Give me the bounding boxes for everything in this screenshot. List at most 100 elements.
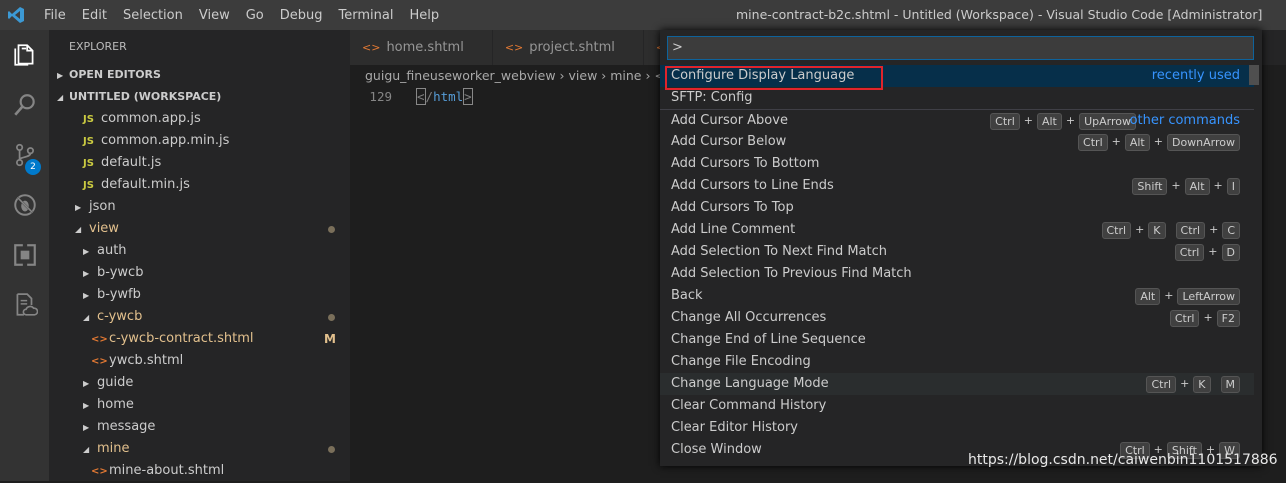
plus-sign: + [1180, 377, 1190, 390]
git-modified-marker: M [324, 332, 336, 346]
html-file-icon: <> [91, 334, 108, 345]
key-cap: K [1193, 375, 1211, 393]
remote-explorer-button[interactable] [0, 280, 49, 330]
tree-item-label: c-ywcb [97, 309, 143, 324]
command-item[interactable]: Add Cursors To Top [660, 197, 1254, 219]
tree-item[interactable]: ▶ message [49, 416, 350, 438]
tree-item[interactable]: JS default.js [49, 152, 350, 174]
tree-item[interactable]: ▶ b-ywfb [49, 284, 350, 306]
key-cap: Ctrl [1174, 243, 1205, 261]
key-cap: Ctrl [1175, 221, 1206, 239]
editor-tab[interactable]: <> project.shtml [492, 30, 644, 65]
menu-view[interactable]: View [191, 8, 238, 23]
tree-item[interactable]: ▶ json [49, 196, 350, 218]
menu-help[interactable]: Help [401, 8, 447, 23]
tab-label: project.shtml [529, 40, 615, 55]
file-tree: JS common.app.js JS common.app.min.js JS defa… [49, 108, 350, 482]
tree-item[interactable]: ▶ home [49, 394, 350, 416]
debug-button[interactable] [0, 180, 49, 230]
activity-bar: 2 [0, 30, 49, 481]
menu-debug[interactable]: Debug [272, 8, 331, 23]
command-item[interactable]: SFTP: Config [660, 87, 1254, 109]
vscode-logo-icon [0, 0, 32, 30]
key-cap: Ctrl [1146, 375, 1177, 393]
workspace-section[interactable]: ◢ UNTITLED (WORKSPACE) [49, 86, 350, 108]
command-label: Add Cursors To Top [671, 200, 794, 215]
tree-item[interactable]: ▶ b-ywcb [49, 262, 350, 284]
command-label: Change All Occurrences [671, 310, 827, 325]
command-item[interactable]: Add Selection To Next Find Match Ctrl + D [660, 241, 1254, 263]
tag-close-bracket: > [463, 88, 473, 105]
keybinding: Ctrl + F2 [1169, 307, 1240, 329]
tree-item[interactable]: <>mine-about.shtml [49, 460, 350, 482]
key-cap: Shift [1132, 177, 1168, 195]
tree-item[interactable]: ◢ c-ywcb [49, 306, 350, 328]
command-item[interactable]: Add Cursor Below Ctrl + Alt + DownArrow [660, 131, 1254, 153]
search-button[interactable] [0, 80, 49, 130]
tree-item-label: auth [97, 243, 127, 258]
tree-item[interactable]: ▶ guide [49, 372, 350, 394]
key-cap: Ctrl [1101, 221, 1132, 239]
scm-badge: 2 [25, 159, 41, 175]
chevron-right-icon: ▶ [57, 71, 64, 80]
source-control-button[interactable]: 2 [0, 130, 49, 180]
chevron-down-icon: ◢ [57, 93, 64, 102]
plus-sign: + [1208, 245, 1218, 258]
command-item[interactable]: Add Cursor Above Ctrl + Alt + UpArrow other co… [660, 109, 1254, 131]
chevron-down-icon: ◢ [83, 445, 90, 454]
menu-terminal[interactable]: Terminal [331, 8, 402, 23]
plus-sign: + [1153, 135, 1163, 148]
command-list: Configure Display Language recently used S… [660, 65, 1254, 461]
chevron-right-icon: ▶ [83, 379, 90, 388]
menu-file[interactable]: File [36, 8, 74, 23]
tree-item[interactable]: <>ywcb.shtml [49, 350, 350, 372]
key-cap: UpArrow [1079, 112, 1136, 130]
plus-sign: + [1135, 223, 1145, 236]
tag-open-bracket: < [416, 88, 426, 105]
command-item[interactable]: Clear Editor History [660, 417, 1254, 439]
command-item[interactable]: Add Line Comment Ctrl + K Ctrl + C [660, 219, 1254, 241]
chevron-down-icon: ◢ [75, 225, 82, 234]
tree-item[interactable]: JS default.min.js [49, 174, 350, 196]
explorer-button[interactable] [0, 30, 49, 80]
editor-tab[interactable]: <> home.shtml [350, 30, 493, 65]
tag-slash: / [425, 89, 434, 104]
command-label: Change End of Line Sequence [671, 332, 866, 347]
command-item[interactable]: Add Cursors to Line Ends Shift + Alt + I [660, 175, 1254, 197]
command-item[interactable]: Clear Command History [660, 395, 1254, 417]
menu-edit[interactable]: Edit [74, 8, 115, 23]
command-palette-input[interactable]: > [667, 36, 1254, 60]
key-cap: D [1221, 243, 1240, 261]
extensions-button[interactable] [0, 230, 49, 280]
tree-item[interactable]: JS common.app.js [49, 108, 350, 130]
tree-item-label: c-ywcb-contract.shtml [109, 331, 254, 346]
tree-item[interactable]: ▶ auth [49, 240, 350, 262]
palette-scrollbar[interactable] [1249, 65, 1259, 85]
plus-sign: + [1164, 289, 1174, 302]
plus-sign: + [1065, 114, 1076, 127]
command-label: Add Selection To Next Find Match [671, 244, 888, 259]
command-item[interactable]: Back Alt + LeftArrow [660, 285, 1254, 307]
command-item[interactable]: Change All Occurrences Ctrl + F2 [660, 307, 1254, 329]
tree-item[interactable]: <>c-ywcb-contract.shtml M [49, 328, 350, 350]
command-item[interactable]: Change File Encoding [660, 351, 1254, 373]
open-editors-section[interactable]: ▶ OPEN EDITORS [49, 64, 350, 86]
menu-go[interactable]: Go [238, 8, 272, 23]
tree-item[interactable]: JS common.app.min.js [49, 130, 350, 152]
command-item[interactable]: Change Language Mode Ctrl + K M [660, 373, 1254, 395]
tree-item-label: json [89, 199, 116, 214]
document-cloud-icon [16, 293, 38, 316]
tree-item[interactable]: ◢ mine [49, 438, 350, 460]
key-cap: LeftArrow [1177, 287, 1240, 305]
keybinding: Ctrl + Alt + UpArrow [990, 110, 1136, 132]
menu-selection[interactable]: Selection [115, 8, 191, 23]
html-file-icon: <> [504, 41, 524, 54]
keybinding: Ctrl + K Ctrl + C [1101, 219, 1240, 241]
key-cap: K [1148, 221, 1166, 239]
command-item[interactable]: Add Selection To Previous Find Match [660, 263, 1254, 285]
tree-item-label: ywcb.shtml [109, 353, 184, 368]
tree-item[interactable]: ◢ view [49, 218, 350, 240]
command-item[interactable]: Change End of Line Sequence [660, 329, 1254, 351]
command-item[interactable]: Add Cursors To Bottom [660, 153, 1254, 175]
chevron-down-icon: ◢ [83, 313, 90, 322]
